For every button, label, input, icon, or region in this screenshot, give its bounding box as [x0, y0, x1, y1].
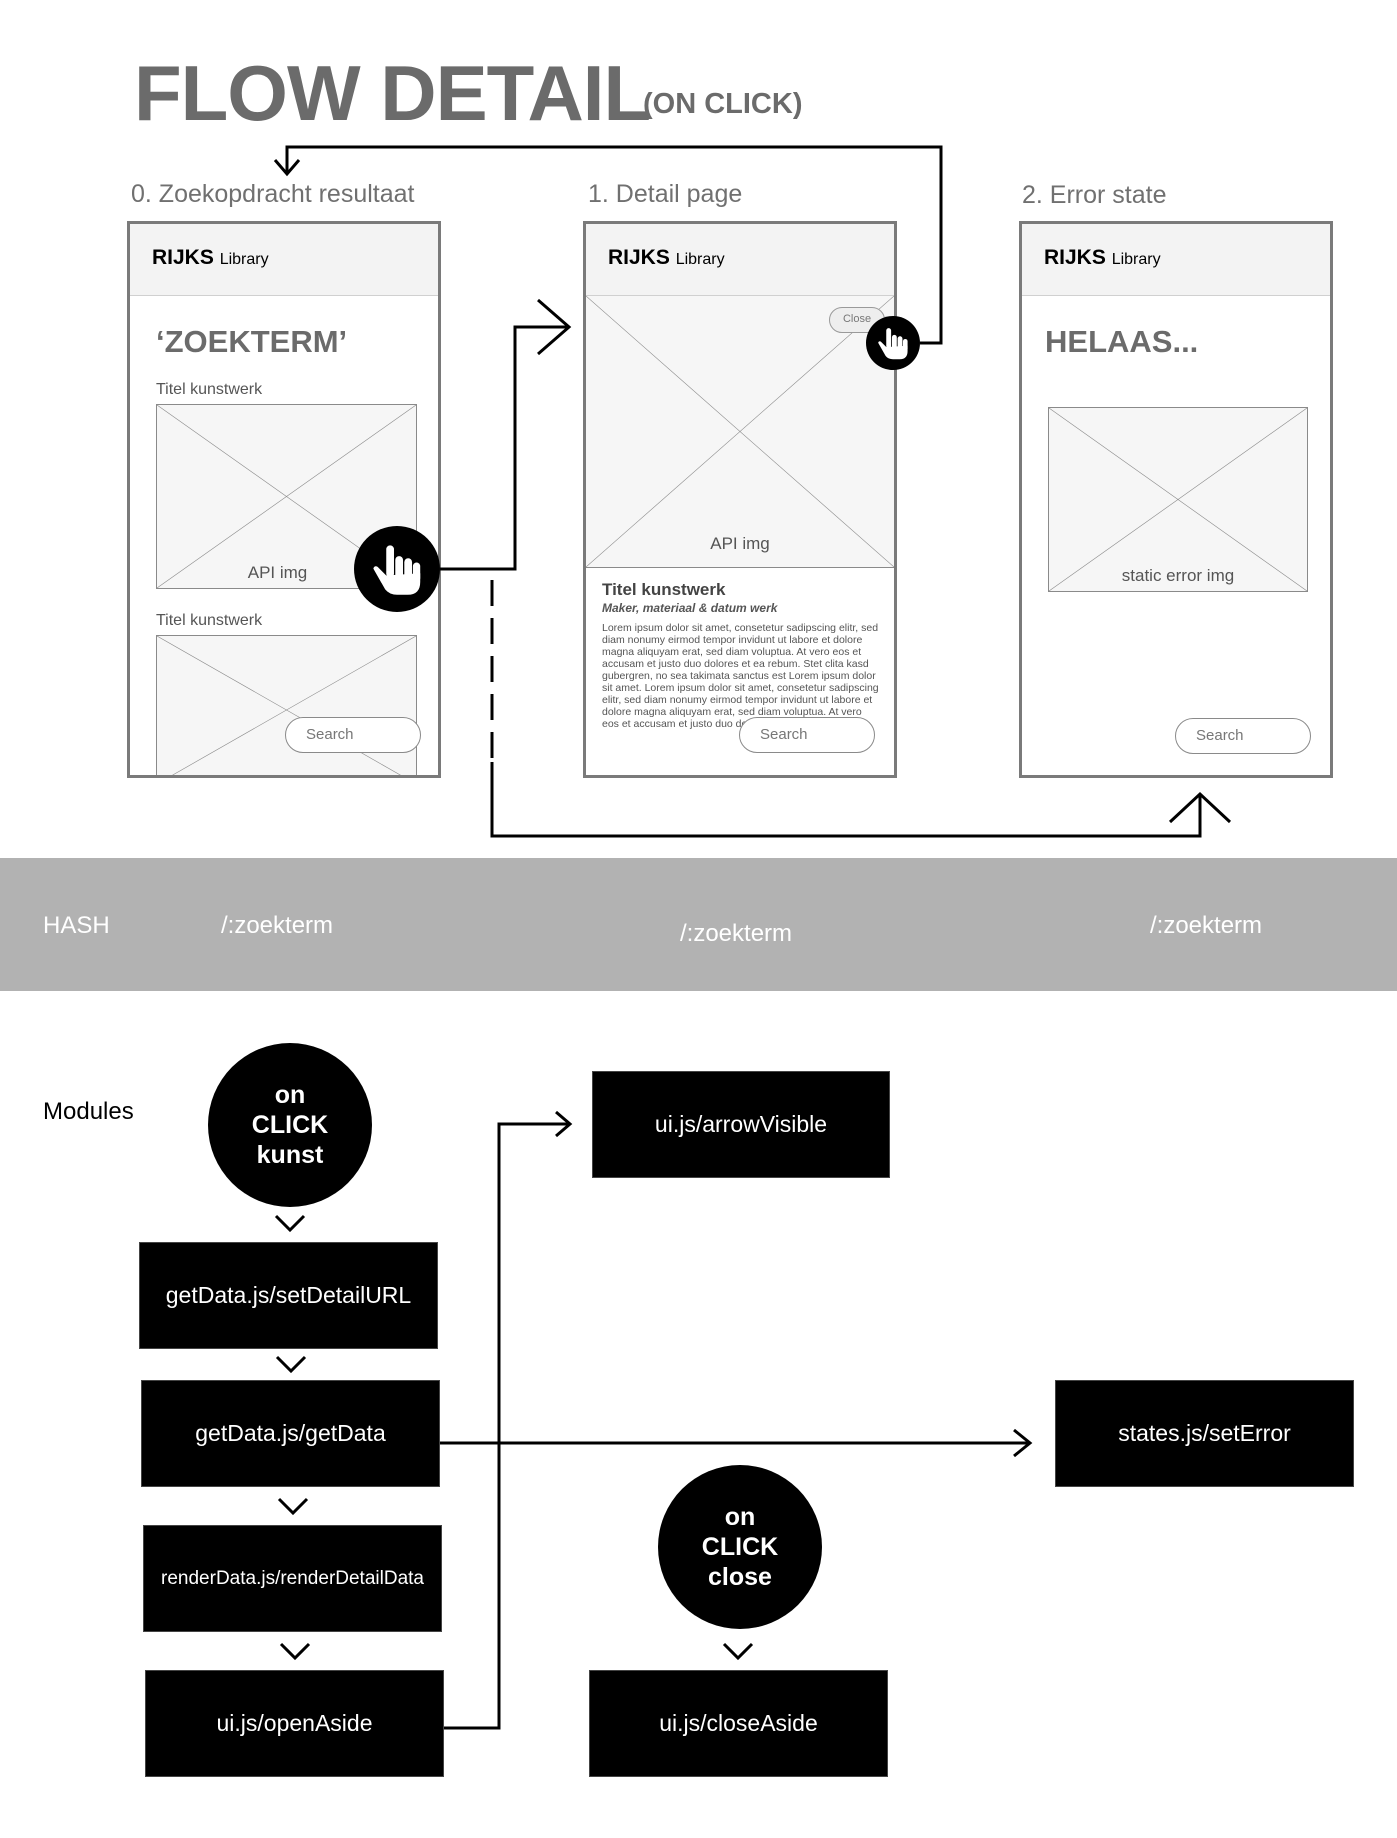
search-button[interactable]: Search: [1175, 718, 1311, 754]
hash-band: HASH /:zoekterm /:zoekterm /:zoekterm: [0, 858, 1397, 991]
search-button[interactable]: Search: [739, 717, 875, 753]
search-button[interactable]: Search: [285, 717, 421, 753]
error-heading: HELAAS...: [1045, 324, 1199, 359]
hash-route-error: /:zoekterm: [1150, 912, 1263, 939]
results-screen: RIJKS Library ‘ZOEKTERM’ Titel kunstwerk…: [127, 221, 441, 778]
artwork-image[interactable]: [156, 635, 417, 775]
brand-logo: RIJKS Library: [1044, 246, 1161, 269]
brand-logo: RIJKS Library: [152, 246, 269, 269]
artwork-title: Titel kunstwerk: [156, 612, 263, 629]
module-get-data: getData.js/getData: [141, 1380, 440, 1487]
module-set-detail-url: getData.js/setDetailURL: [139, 1242, 438, 1349]
module-set-error: states.js/setError: [1055, 1380, 1354, 1487]
image-caption: static error img: [1121, 566, 1235, 585]
detail-screen: RIJKS Library API img Close Titel kunstw…: [583, 221, 897, 778]
page-title: FLOW DETAIL: [134, 49, 651, 137]
hash-route-detail: /:zoekterm: [680, 920, 793, 947]
module-close-aside: ui.js/closeAside: [589, 1670, 888, 1777]
module-arrow-visible: ui.js/arrowVisible: [592, 1071, 890, 1178]
detail-title: Titel kunstwerk: [602, 580, 726, 599]
module-render-detail-data: renderData.js/renderDetailData: [143, 1525, 442, 1632]
image-caption: API img: [710, 534, 770, 553]
screen-label-error: 2. Error state: [1022, 181, 1167, 209]
app-header: RIJKS Library: [1022, 224, 1330, 296]
hand-pointer-icon: [354, 526, 440, 612]
hash-route-results: /:zoekterm: [221, 912, 334, 939]
screen-label-detail: 1. Detail page: [588, 180, 743, 208]
search-term-heading: ‘ZOEKTERM’: [156, 324, 348, 359]
app-header: RIJKS Library: [130, 224, 438, 296]
brand-logo: RIJKS Library: [608, 246, 725, 269]
trigger-click-close: on CLICK close: [658, 1465, 822, 1629]
error-screen: RIJKS Library HELAAS... static error img…: [1019, 221, 1333, 778]
hand-pointer-icon: [866, 316, 920, 370]
modules-label: Modules: [43, 1098, 134, 1125]
error-image: static error img: [1048, 407, 1308, 592]
artwork-title: Titel kunstwerk: [156, 381, 263, 398]
detail-meta: Maker, materiaal & datum werk: [602, 601, 778, 615]
hash-label: HASH: [43, 912, 110, 939]
screen-label-results: 0. Zoekopdracht resultaat: [131, 180, 415, 208]
module-open-aside: ui.js/openAside: [145, 1670, 444, 1777]
trigger-click-kunst: on CLICK kunst: [208, 1043, 372, 1207]
app-header: RIJKS Library: [586, 224, 894, 296]
page-subtitle: (ON CLICK): [643, 88, 803, 120]
detail-image: API img: [586, 296, 894, 568]
